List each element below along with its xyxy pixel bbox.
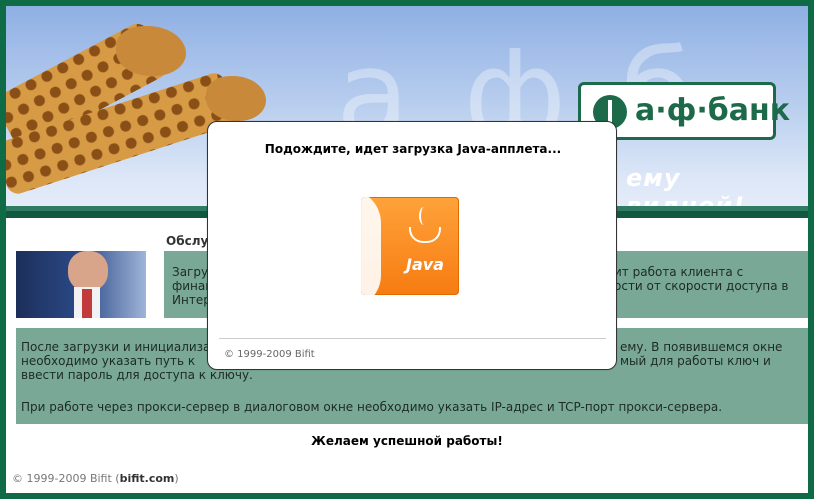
java-logo-word: Java	[406, 255, 444, 274]
businessman-photo	[16, 251, 146, 318]
box2-line-2-right: мый для работы ключ и	[620, 354, 771, 368]
box2-line-1-right: ему. В появившемся окне	[620, 340, 783, 354]
bank-logo-text: а·ф·банк	[635, 93, 791, 128]
box1-right-line-1: ит работа клиента с	[614, 265, 744, 279]
loading-title: Подождите, идет загрузка Java-апплета...	[264, 142, 562, 156]
footer-copyright: © 1999-2009 Bifit (bifit.com)	[12, 472, 179, 485]
box2-line-4: При работе через прокси-сервер в диалого…	[21, 400, 723, 414]
box2-line-3: ввести пароль для доступа к ключу.	[21, 368, 253, 382]
bifit-link[interactable]: bifit.com	[120, 472, 175, 485]
footer-copyright-text: © 1999-2009 Bifit (	[12, 472, 120, 485]
wish-text: Желаем успешной работы!	[311, 434, 503, 448]
footer-close-paren: )	[174, 472, 179, 485]
box1-right-line-2: ости от скорости доступа в	[614, 279, 789, 293]
java-loading-dialog: Подождите, идет загрузка Java-апплета...…	[207, 121, 617, 370]
java-logo-icon: Java	[361, 197, 459, 295]
dialog-separator	[219, 338, 606, 339]
dialog-copyright: © 1999-2009 Bifit	[224, 349, 315, 360]
page-frame: а.ф.б а·ф·банк ему видней! Обслуживание …	[0, 0, 814, 499]
